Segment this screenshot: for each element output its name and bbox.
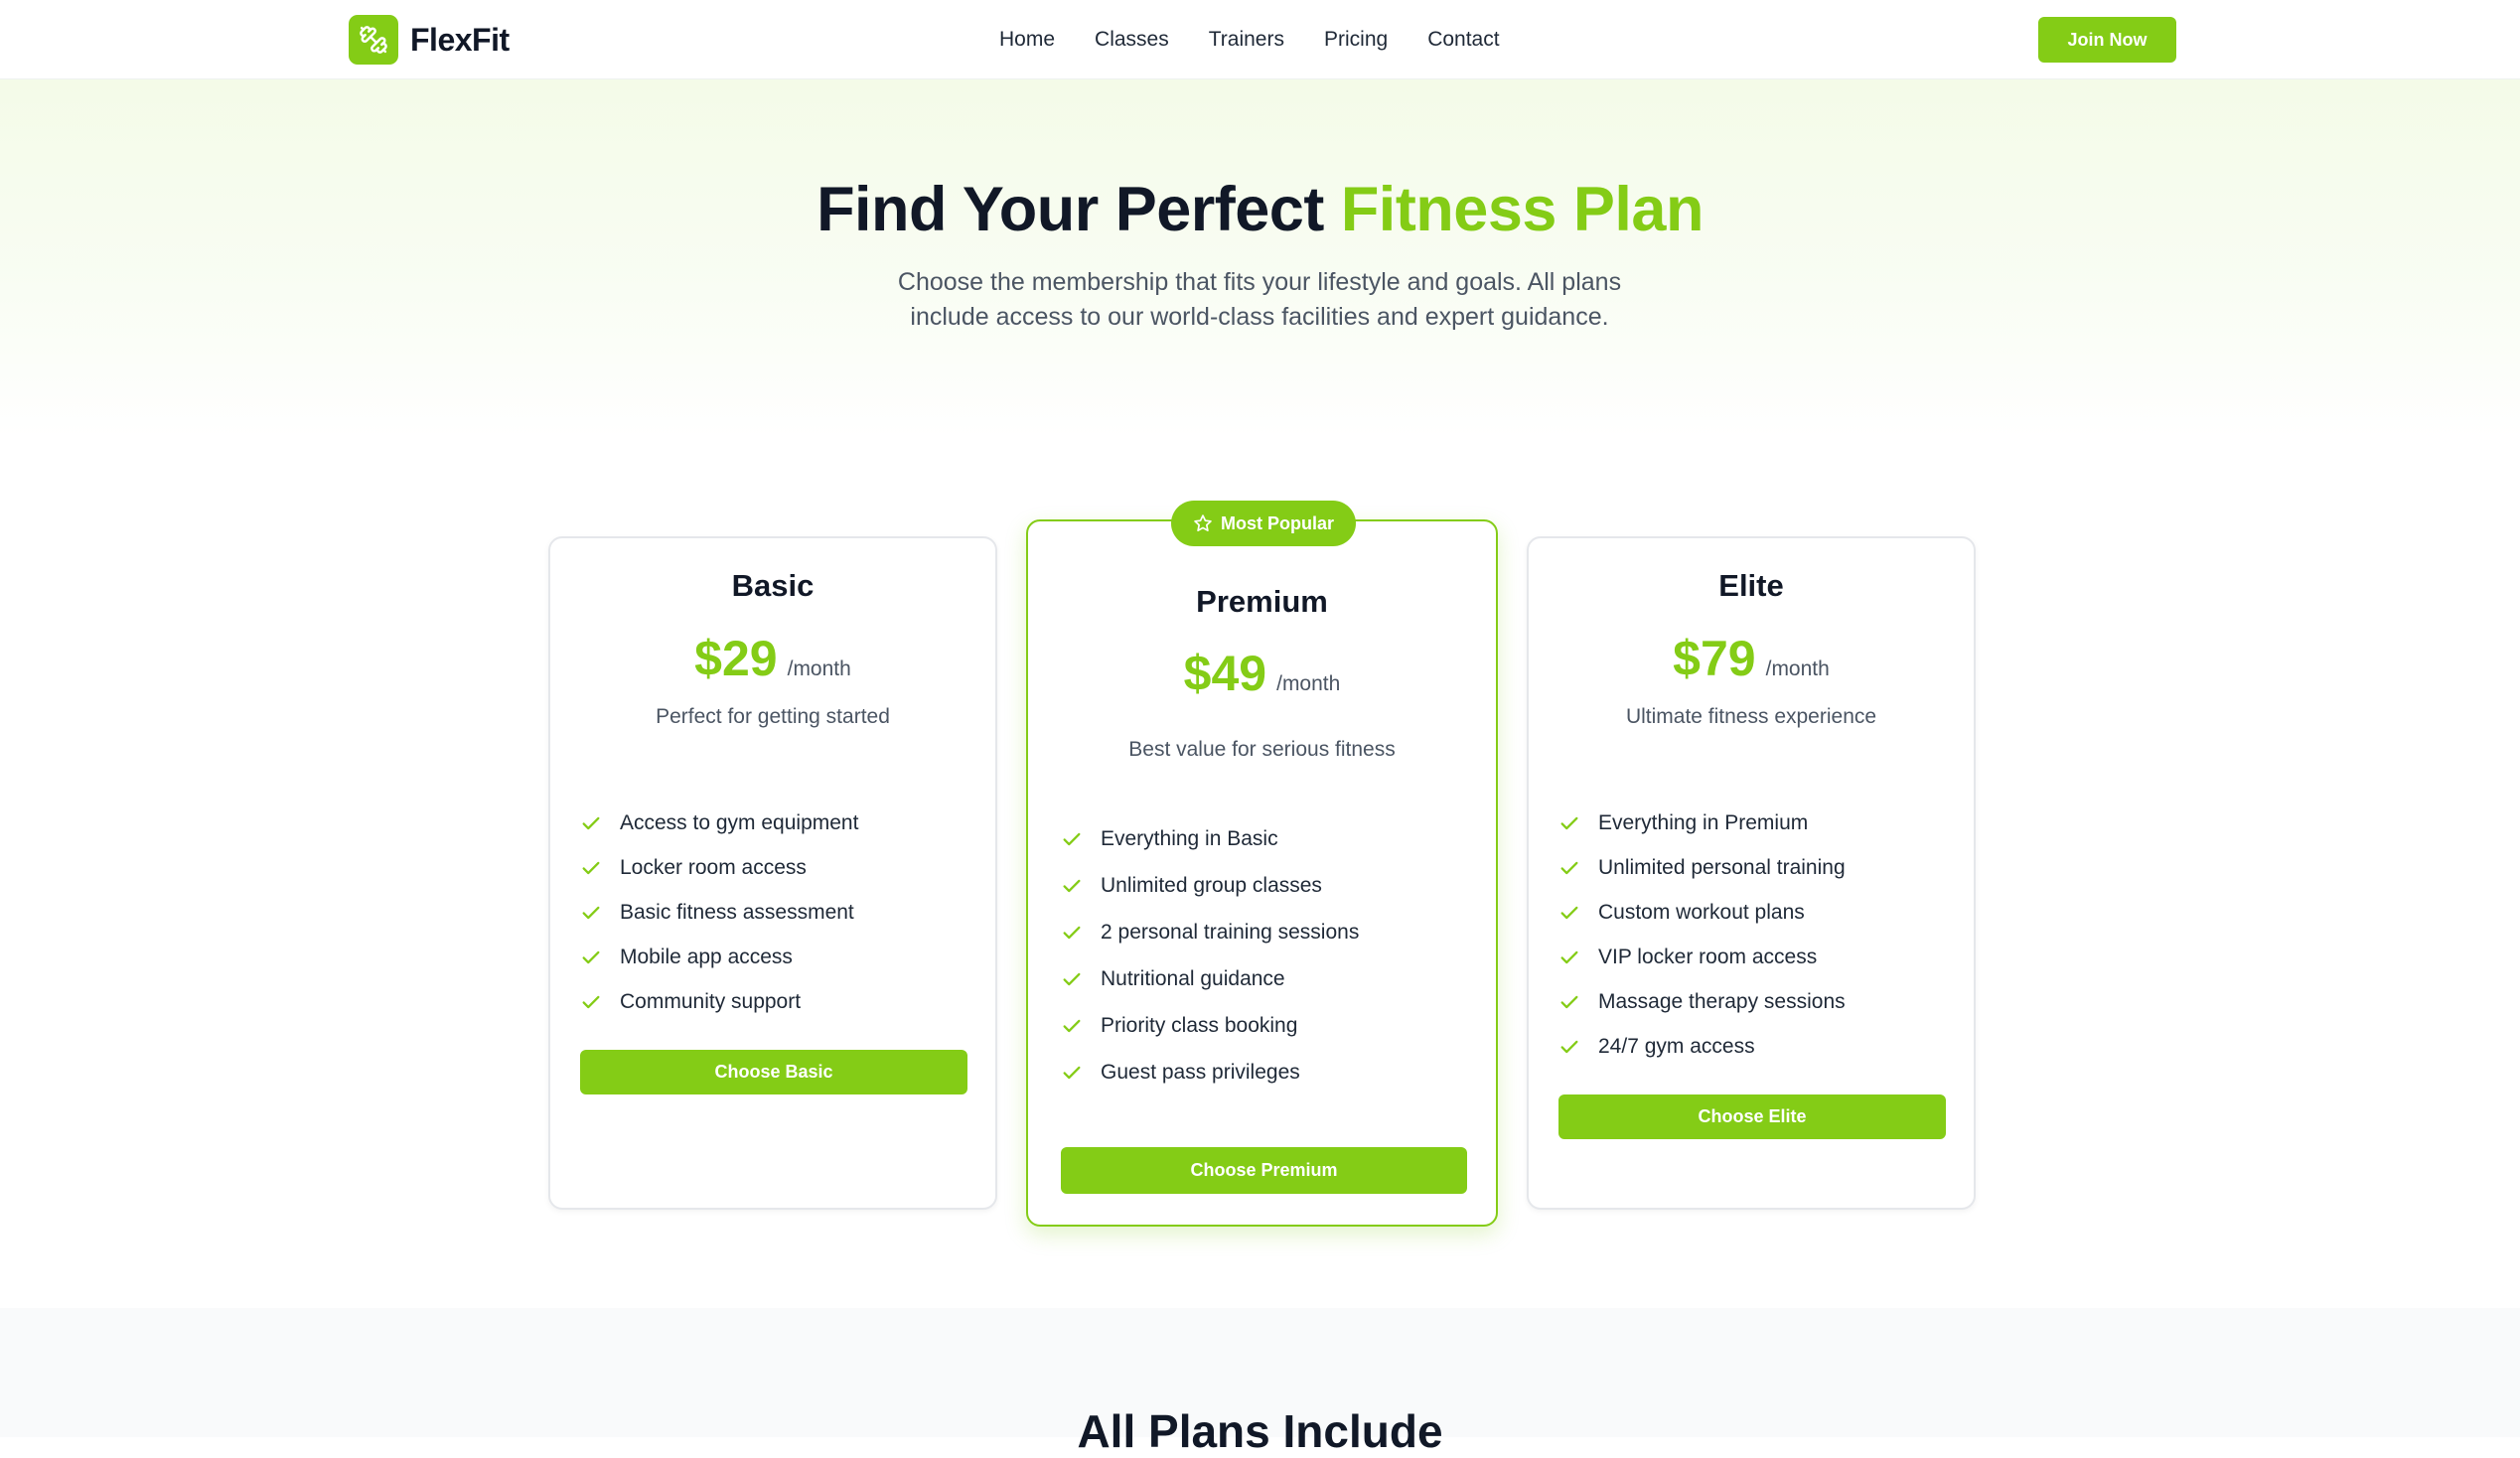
feature-item: Mobile app access <box>580 935 858 979</box>
feature-label: Community support <box>620 989 802 1013</box>
title-main: Find Your Perfect <box>816 175 1341 244</box>
choose-basic-button[interactable]: Choose Basic <box>580 1050 967 1094</box>
plan-tagline: Best value for serious fitness <box>1128 738 1396 761</box>
feature-label: Basic fitness assessment <box>620 900 854 924</box>
feature-item: Community support <box>580 979 858 1024</box>
nav-link-home[interactable]: Home <box>999 28 1055 52</box>
feature-item: 2 personal training sessions <box>1061 909 1359 955</box>
plan-price: $79 <box>1673 631 1756 686</box>
feature-label: Access to gym equipment <box>620 810 859 834</box>
check-icon <box>1560 861 1578 874</box>
title-accent: Fitness Plan <box>1340 175 1705 244</box>
join-now-button[interactable]: Join Now <box>2038 17 2176 63</box>
feature-item: Priority class booking <box>1061 1002 1359 1049</box>
star-icon <box>1194 514 1212 531</box>
plan-tagline: Perfect for getting started <box>656 705 890 728</box>
plan-price: $29 <box>694 631 778 686</box>
feature-label: Custom workout plans <box>1598 900 1805 924</box>
feature-item: Custom workout plans <box>1558 890 1846 935</box>
feature-item: Locker room access <box>580 845 858 890</box>
price-row: $79 /month <box>1529 630 1974 687</box>
hero-subtitle: Choose the membership that fits your lif… <box>897 268 1622 331</box>
feature-list: Access to gym equipment Locker room acce… <box>580 801 858 1024</box>
feature-item: 24/7 gym access <box>1558 1024 1846 1069</box>
feature-list: Everything in Premium Unlimited personal… <box>1558 801 1846 1069</box>
all-plans-include-section: All Plans Include <box>0 1308 2520 1457</box>
check-icon <box>1063 879 1081 892</box>
feature-item: Nutritional guidance <box>1061 955 1359 1002</box>
feature-item: Access to gym equipment <box>580 801 858 845</box>
feature-list: Everything in Basic Unlimited group clas… <box>1061 815 1359 1095</box>
plan-card-elite: Elite $79 /month Ultimate fitness experi… <box>1527 536 1976 1210</box>
nav-link-pricing[interactable]: Pricing <box>1324 28 1388 52</box>
feature-label: Unlimited group classes <box>1101 873 1322 897</box>
price-row: $49 /month <box>1028 645 1496 702</box>
check-icon <box>1063 832 1081 845</box>
brand-name: FlexFit <box>410 21 510 58</box>
dumbbell-icon <box>349 15 398 65</box>
feature-label: Massage therapy sessions <box>1598 989 1846 1013</box>
feature-label: VIP locker room access <box>1598 945 1818 968</box>
check-icon <box>582 995 600 1008</box>
feature-label: 24/7 gym access <box>1598 1034 1755 1058</box>
price-row: $29 /month <box>550 630 995 687</box>
nav-link-trainers[interactable]: Trainers <box>1209 28 1284 52</box>
feature-label: Unlimited personal training <box>1598 855 1846 879</box>
hero-section: Find Your Perfect Fitness Plan Choose th… <box>0 79 2520 437</box>
feature-item: Guest pass privileges <box>1061 1049 1359 1095</box>
check-icon <box>1560 995 1578 1008</box>
plan-period: /month <box>1765 657 1830 680</box>
feature-label: 2 personal training sessions <box>1101 920 1360 944</box>
check-icon <box>1063 1066 1081 1079</box>
check-icon <box>582 906 600 919</box>
plan-period: /month <box>787 657 851 680</box>
nav-link-contact[interactable]: Contact <box>1427 28 1499 52</box>
plan-period: /month <box>1276 672 1341 695</box>
main-nav: Home Classes Trainers Pricing Contact <box>999 0 1500 79</box>
feature-label: Everything in Basic <box>1101 826 1278 850</box>
badge-label: Most Popular <box>1220 512 1334 533</box>
plan-name: Basic <box>731 568 815 603</box>
plan-name: Elite <box>1718 568 1784 603</box>
check-icon <box>582 950 600 963</box>
plan-price: $49 <box>1183 646 1267 701</box>
plan-tagline: Ultimate fitness experience <box>1625 705 1877 728</box>
feature-item: Everything in Premium <box>1558 801 1846 845</box>
check-icon <box>1560 950 1578 963</box>
feature-item: Unlimited group classes <box>1061 862 1359 909</box>
check-icon <box>1063 926 1081 939</box>
plan-name: Premium <box>1196 584 1328 619</box>
page-title: Find Your Perfect Fitness Plan <box>0 174 2520 245</box>
brand-logo[interactable]: FlexFit <box>349 15 510 65</box>
feature-label: Mobile app access <box>620 945 793 968</box>
feature-label: Locker room access <box>620 855 807 879</box>
check-icon <box>1560 1040 1578 1053</box>
feature-item: Massage therapy sessions <box>1558 979 1846 1024</box>
check-icon <box>582 816 600 829</box>
choose-premium-button[interactable]: Choose Premium <box>1061 1147 1467 1194</box>
section-title: All Plans Include <box>1077 1405 1443 1457</box>
feature-item: Everything in Basic <box>1061 815 1359 862</box>
feature-label: Everything in Premium <box>1598 810 1809 834</box>
feature-item: Unlimited personal training <box>1558 845 1846 890</box>
feature-item: VIP locker room access <box>1558 935 1846 979</box>
check-icon <box>582 861 600 874</box>
feature-item: Basic fitness assessment <box>580 890 858 935</box>
most-popular-badge: Most Popular <box>1171 501 1356 546</box>
plan-card-basic: Basic $29 /month Perfect for getting sta… <box>548 536 997 1210</box>
feature-label: Priority class booking <box>1101 1013 1298 1037</box>
navbar: FlexFit Home Classes Trainers Pricing Co… <box>0 0 2520 79</box>
check-icon <box>1063 1019 1081 1032</box>
plan-card-premium: Most Popular Premium $49 /month Best val… <box>1026 501 1498 1227</box>
check-icon <box>1560 906 1578 919</box>
feature-label: Guest pass privileges <box>1101 1060 1300 1084</box>
choose-elite-button[interactable]: Choose Elite <box>1558 1094 1946 1139</box>
nav-link-classes[interactable]: Classes <box>1095 28 1169 52</box>
check-icon <box>1063 972 1081 985</box>
check-icon <box>1560 816 1578 829</box>
feature-label: Nutritional guidance <box>1101 966 1285 990</box>
